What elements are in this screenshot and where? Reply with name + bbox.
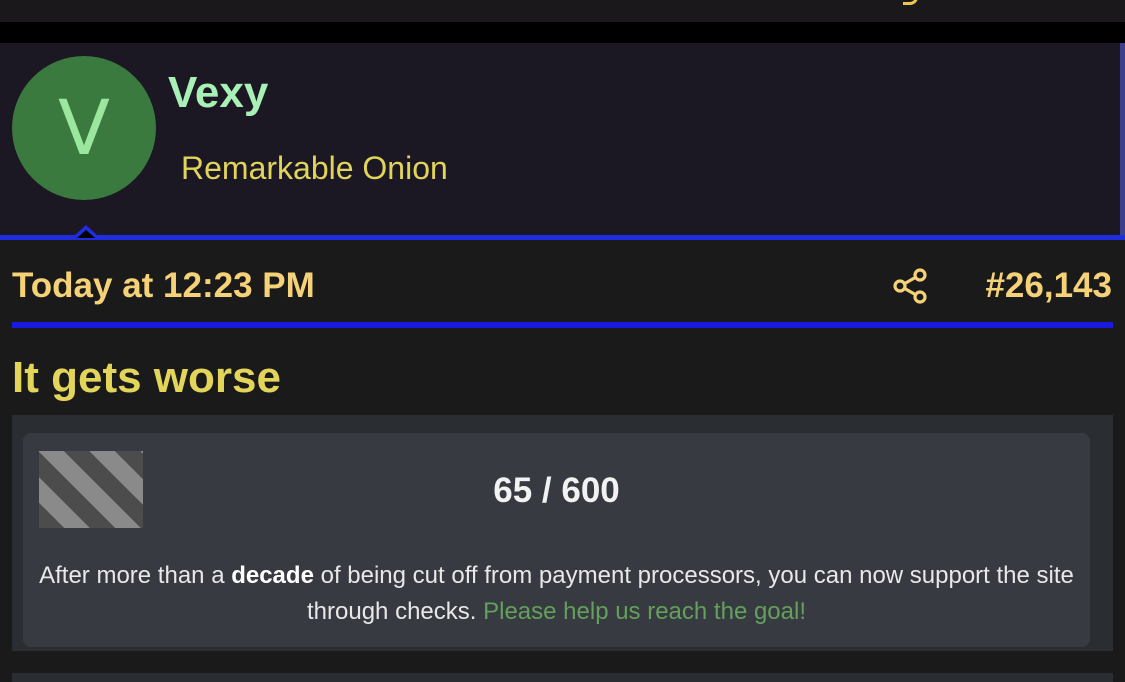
notice-text-before: After more than a [39,562,232,589]
post-title: It gets worse [12,353,281,402]
username[interactable]: Vexy [168,65,268,121]
post-divider [12,322,1113,328]
post: Today at 12:23 PM #26,143 It gets worse … [0,240,1125,682]
user-title: Remarkable Onion [181,150,448,186]
post-date[interactable]: Today at 12:23 PM [12,264,315,308]
partial-glyph [903,0,918,5]
notice-text-bold: decade [231,562,314,589]
donate-link[interactable]: Please help us reach the goal! [483,598,806,625]
page: V Vexy Remarkable Onion Today at 12:23 P… [0,0,1125,682]
user-header: V Vexy Remarkable Onion [0,43,1125,235]
share-icon-svg [893,268,927,304]
donation-progress: 65 / 600 [493,471,620,510]
post-number[interactable]: #26,143 [985,264,1112,308]
top-bar [0,0,1125,22]
notice-message: After more than a decade of being cut of… [23,558,1090,630]
caret-fill [77,230,95,238]
notice-container: 65 / 600 After more than a decade of bei… [12,415,1113,651]
avatar[interactable]: V [12,56,156,200]
next-block [12,673,1113,682]
share-icon[interactable] [890,266,930,306]
donation-notice: 65 / 600 After more than a decade of bei… [23,433,1090,647]
